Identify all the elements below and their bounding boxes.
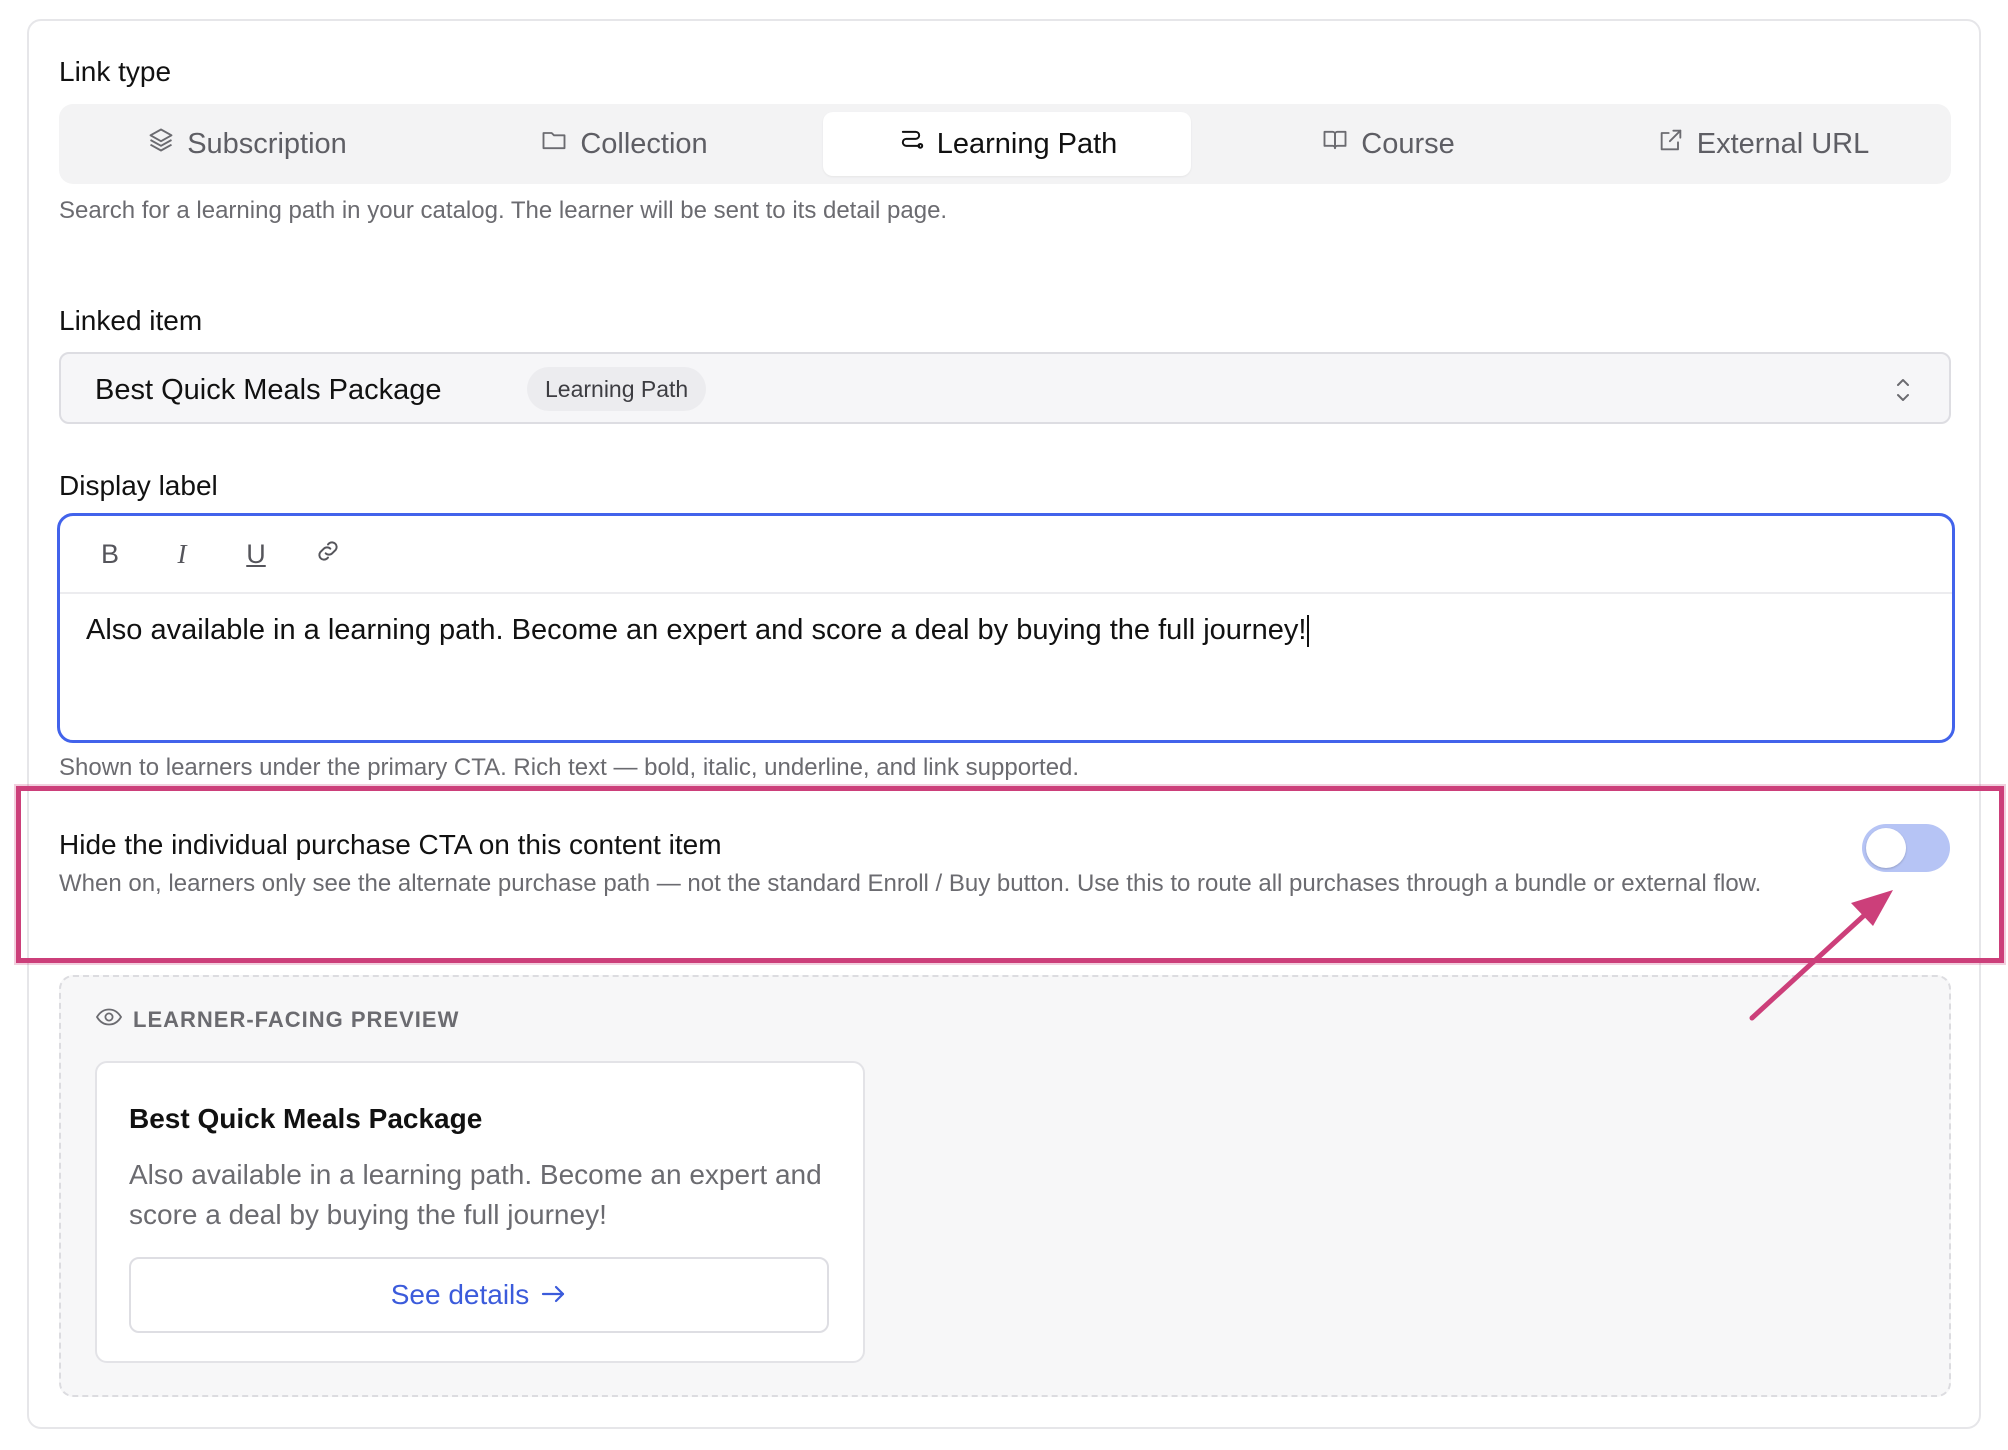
preview-card-body: Also available in a learning path. Becom… xyxy=(129,1159,822,1230)
linked-item-value: Best Quick Meals Package xyxy=(95,374,442,406)
link-type-label: Link type xyxy=(59,56,172,87)
linked-item-select[interactable]: Best Quick Meals Package Learning Path xyxy=(59,352,1951,424)
preview-heading-text: LEARNER-FACING PREVIEW xyxy=(133,1007,460,1032)
text-caret xyxy=(1307,615,1310,648)
tab-label: Subscription xyxy=(187,127,347,160)
item-type-badge: Learning Path xyxy=(527,367,707,411)
tab-label: Learning Path xyxy=(936,127,1118,160)
see-details-button[interactable]: See details xyxy=(129,1257,829,1333)
link-button[interactable] xyxy=(312,538,344,570)
preview-heading: LEARNER-FACING PREVIEW xyxy=(95,1007,459,1033)
editor-content[interactable]: Also available in a learning path. Becom… xyxy=(86,614,1310,648)
tab-learning-path[interactable]: Learning Path xyxy=(823,112,1191,176)
learner-facing-preview: LEARNER-FACING PREVIEW Best Quick Meals … xyxy=(59,975,1951,1397)
tab-course[interactable]: Course xyxy=(1201,112,1575,176)
book-icon xyxy=(1321,126,1349,162)
tab-subscription[interactable]: Subscription xyxy=(59,112,435,176)
preview-card-title: Best Quick Meals Package xyxy=(129,1103,483,1134)
tab-label: Collection xyxy=(580,127,708,160)
folder-icon xyxy=(540,126,568,162)
link-type-segmented-control: Subscription Collection Learning Path Co… xyxy=(59,104,1951,184)
link-type-help: Search for a learning path in your catal… xyxy=(59,197,948,224)
route-icon xyxy=(897,126,925,162)
see-details-label: See details xyxy=(390,1279,530,1310)
tab-collection[interactable]: Collection xyxy=(435,112,813,176)
bold-button[interactable]: B xyxy=(94,538,126,570)
hide-cta-description: When on, learners only see the alternate… xyxy=(59,870,1762,897)
linked-item-label: Linked item xyxy=(59,305,203,336)
tab-external-url[interactable]: External URL xyxy=(1575,112,1951,176)
external-link-icon xyxy=(1657,126,1685,162)
display-label-editor[interactable]: B I U Also available in a learning path.… xyxy=(57,513,1955,743)
chevron-up-down-icon xyxy=(1893,374,1913,406)
layers-icon xyxy=(147,126,175,162)
display-label-help: Shown to learners under the primary CTA.… xyxy=(59,754,1080,781)
hide-cta-title: Hide the individual purchase CTA on this… xyxy=(59,829,722,860)
tab-label: Course xyxy=(1361,127,1455,160)
toggle-knob xyxy=(1866,828,1906,868)
link-icon xyxy=(314,537,342,572)
editor-toolbar: B I U xyxy=(60,516,1952,594)
hide-cta-toggle[interactable] xyxy=(1862,824,1950,872)
tab-label: External URL xyxy=(1696,127,1870,160)
italic-button[interactable]: I xyxy=(166,538,198,570)
underline-button[interactable]: U xyxy=(240,538,272,570)
display-label-label: Display label xyxy=(59,470,218,501)
preview-card: Best Quick Meals Package Also available … xyxy=(95,1061,865,1363)
eye-icon xyxy=(95,1007,123,1033)
arrow-right-icon xyxy=(541,1279,567,1311)
